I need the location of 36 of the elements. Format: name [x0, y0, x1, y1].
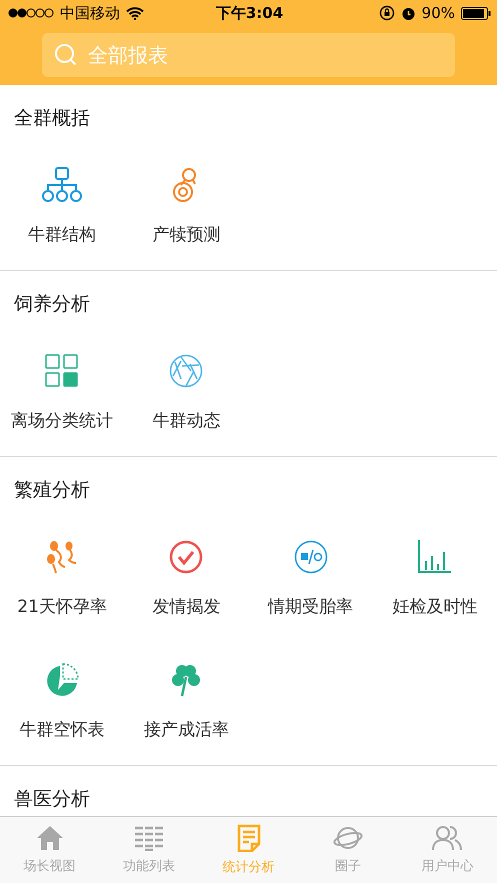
report-link[interactable]: 接产成活率: [144, 718, 229, 741]
planet-icon: [332, 825, 363, 851]
home-icon: [36, 825, 64, 851]
battery-percent: 90%: [422, 4, 455, 22]
section-title: 全群概括: [13, 106, 91, 131]
check-circle-icon: [169, 539, 204, 575]
clover-icon: [171, 662, 202, 698]
hierarchy-icon: [41, 167, 84, 203]
ratio-icon: [294, 539, 328, 575]
signal-icon: [8, 8, 54, 18]
search-field[interactable]: 全部报表: [42, 33, 455, 77]
rotation-lock-icon: [378, 5, 395, 21]
carrier: 中国移动: [60, 4, 120, 22]
report-link[interactable]: 牛群结构: [28, 223, 96, 246]
list-icon: [135, 825, 164, 851]
users-icon: [432, 825, 462, 851]
report-link[interactable]: 离场分类统计: [11, 409, 114, 432]
report-link[interactable]: 牛群动态: [152, 409, 220, 432]
report-link[interactable]: 情期受胎率: [268, 595, 354, 618]
report-link[interactable]: 发情揭发: [152, 595, 220, 618]
report-link[interactable]: 妊检及时性: [392, 595, 478, 618]
bar-chart-icon: [418, 539, 452, 575]
alarm-icon: [400, 6, 416, 20]
clock: 下午3:04: [216, 4, 284, 22]
document-icon: [236, 824, 261, 852]
wifi-icon: [126, 6, 144, 20]
section-title: 饲养分析: [13, 292, 91, 317]
report-link[interactable]: 21天怀孕率: [17, 595, 107, 618]
pie-chart-icon: [45, 662, 80, 698]
section-title: 繁殖分析: [13, 478, 91, 503]
section-title: 兽医分析: [13, 787, 91, 812]
grid-icon: [45, 353, 80, 389]
aperture-icon: [169, 353, 204, 389]
report-link[interactable]: 产犊预测: [152, 223, 220, 246]
report-link[interactable]: 牛群空怀表: [20, 718, 105, 741]
battery-icon: [461, 6, 491, 20]
